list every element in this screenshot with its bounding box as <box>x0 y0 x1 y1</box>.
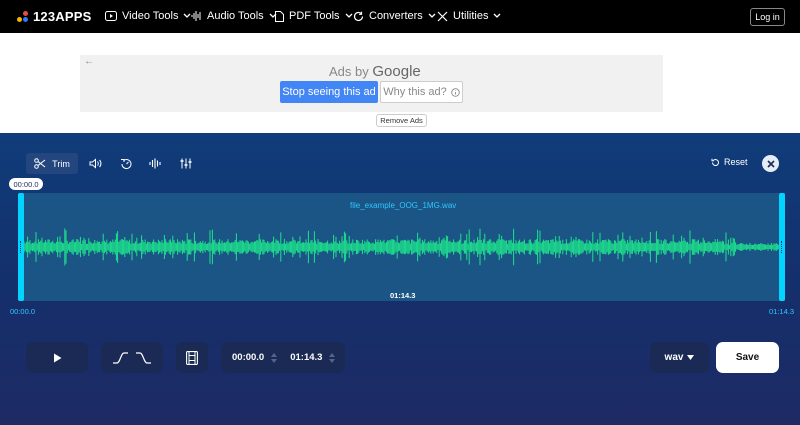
volume-icon <box>89 158 101 169</box>
ads-by-label: Ads by <box>329 64 369 79</box>
chevron-down-icon <box>428 13 436 18</box>
play-button[interactable] <box>26 342 88 373</box>
nav-utilities[interactable]: Utilities <box>437 10 501 22</box>
why-this-ad-button[interactable]: Why this ad? <box>380 81 463 103</box>
trim-mode-button[interactable] <box>176 342 208 373</box>
document-icon <box>275 10 284 22</box>
play-icon <box>53 353 61 362</box>
nav-converters[interactable]: Converters <box>353 10 436 22</box>
remove-ads-button[interactable]: Remove Ads <box>376 114 427 127</box>
start-time-stepper[interactable] <box>271 352 278 363</box>
fade-out-icon[interactable] <box>135 351 152 364</box>
editor-toolbar: Trim <box>26 153 202 174</box>
waveform-icon <box>191 11 201 21</box>
tool-volume[interactable] <box>78 153 112 174</box>
logo[interactable]: 123APPS <box>17 9 92 24</box>
tool-speed[interactable] <box>112 153 140 174</box>
nav-label: Converters <box>369 10 423 22</box>
nav-pdf-tools[interactable]: PDF Tools <box>275 10 353 22</box>
sliders-icon <box>180 158 192 169</box>
nav-label: Audio Tools <box>207 10 264 22</box>
save-button[interactable]: Save <box>716 342 779 373</box>
reset-icon <box>711 158 719 166</box>
time-range-inputs: 00:00.0 01:14.3 <box>221 342 345 373</box>
fade-in-icon[interactable] <box>112 351 129 364</box>
timeline-end-label: 01:14.3 <box>769 307 795 316</box>
reset-button[interactable]: Reset <box>711 157 748 167</box>
reset-label: Reset <box>724 157 748 167</box>
format-label: wav <box>664 352 684 363</box>
close-icon <box>766 159 775 168</box>
login-button[interactable]: Log in <box>750 8 785 26</box>
top-navigation: 123APPS Video Tools Audio Tools PDF Tool… <box>0 0 800 33</box>
end-time-input[interactable]: 01:14.3 <box>290 352 322 363</box>
grip-icon <box>20 241 22 253</box>
why-this-ad-label: Why this ad? <box>383 86 447 98</box>
end-time-stepper[interactable] <box>329 352 336 363</box>
chevron-down-icon <box>345 13 353 18</box>
nav-label: Video Tools <box>122 10 179 22</box>
current-time-badge: 00:00.0 <box>9 178 43 190</box>
nav-label: Utilities <box>453 10 489 22</box>
tool-equalizer[interactable] <box>140 153 170 174</box>
google-label: Google <box>372 63 421 80</box>
ads-by-google: Ads by Google <box>329 63 421 80</box>
timeline-start-label: 00:00.0 <box>10 307 36 316</box>
trim-end-handle[interactable] <box>779 193 785 301</box>
tool-sliders[interactable] <box>170 153 202 174</box>
waveform-path <box>24 228 779 266</box>
caret-up-icon <box>271 352 278 357</box>
back-arrow-icon[interactable]: ← <box>84 56 94 67</box>
caret-down-icon <box>329 358 336 363</box>
audio-editor: Trim Reset 00:00.0 file_example_OOG_1MG.… <box>0 133 800 425</box>
grip-icon <box>781 241 783 253</box>
scissors-icon <box>34 158 46 169</box>
nav-audio-tools[interactable]: Audio Tools <box>191 10 277 22</box>
fade-controls <box>101 342 163 373</box>
tool-label: Trim <box>52 158 70 169</box>
close-button[interactable] <box>762 155 779 172</box>
speed-icon <box>120 158 131 169</box>
file-name: file_example_OOG_1MG.wav <box>350 201 457 210</box>
nav-video-tools[interactable]: Video Tools <box>105 10 191 22</box>
format-dropdown[interactable]: wav <box>650 342 709 373</box>
start-time-input[interactable]: 00:00.0 <box>232 352 264 363</box>
equalizer-icon <box>149 158 161 169</box>
ad-area: ← Ads by Google Stop seeing this ad Why … <box>0 33 800 133</box>
film-strip-icon <box>186 350 198 365</box>
caret-down-icon <box>687 355 695 360</box>
info-icon <box>451 87 460 97</box>
nav-label: PDF Tools <box>289 10 340 22</box>
tool-trim[interactable]: Trim <box>26 153 78 174</box>
selection-duration: 01:14.3 <box>390 291 416 300</box>
chevron-down-icon <box>493 13 501 18</box>
caret-up-icon <box>329 352 336 357</box>
waveform <box>24 228 779 266</box>
caret-down-icon <box>271 358 278 363</box>
tools-icon <box>437 11 448 21</box>
ad-banner: ← Ads by Google Stop seeing this ad Why … <box>80 55 663 112</box>
play-square-icon <box>105 11 117 21</box>
logo-mark-icon <box>17 10 29 23</box>
logo-text: 123APPS <box>33 9 92 24</box>
stop-seeing-ad-button[interactable]: Stop seeing this ad <box>280 81 378 103</box>
refresh-icon <box>353 11 364 21</box>
